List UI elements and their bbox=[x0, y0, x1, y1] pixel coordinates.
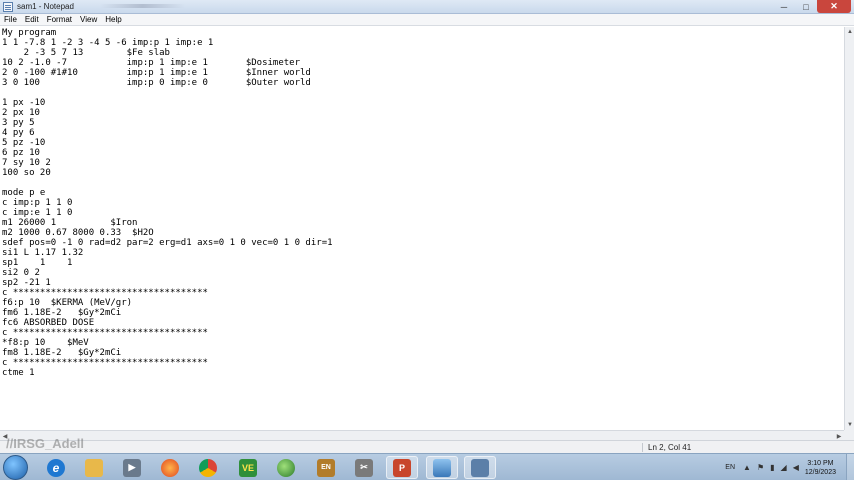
taskbar-display[interactable] bbox=[426, 456, 458, 479]
language-indicator[interactable]: EN bbox=[725, 464, 735, 471]
clock-time: 3:10 PM bbox=[807, 459, 834, 467]
start-button[interactable] bbox=[3, 455, 28, 480]
volume-icon[interactable]: ◀ bbox=[793, 463, 799, 472]
clock[interactable]: 3:10 PM 12/9/2023 bbox=[805, 459, 836, 477]
ve-icon: VE bbox=[239, 458, 257, 477]
scroll-right-icon[interactable]: ▶ bbox=[835, 432, 843, 440]
status-separator bbox=[642, 443, 643, 452]
dictionary-icon: EN bbox=[317, 458, 335, 477]
window-controls: ─ □ ✕ bbox=[773, 0, 851, 13]
menu-view[interactable]: View bbox=[80, 15, 97, 24]
globe-icon bbox=[277, 458, 295, 477]
scissors-icon: ✂ bbox=[355, 458, 373, 477]
menu-bar: File Edit Format View Help bbox=[0, 14, 854, 26]
window-title: sam1 - Notepad bbox=[17, 2, 74, 11]
scrollbar-corner bbox=[844, 430, 854, 440]
show-desktop-button[interactable] bbox=[846, 454, 854, 480]
menu-help[interactable]: Help bbox=[105, 15, 121, 24]
minimize-button[interactable]: ─ bbox=[773, 0, 795, 13]
taskbar-dictionary[interactable]: EN bbox=[310, 456, 342, 479]
chrome-icon bbox=[199, 458, 217, 477]
menu-file[interactable]: File bbox=[4, 15, 17, 24]
editor-content[interactable]: My program 1 1 -7.8 1 -2 3 -4 5 -6 imp:p… bbox=[0, 27, 844, 378]
powerpoint-icon: P bbox=[393, 458, 411, 477]
taskbar-firefox[interactable] bbox=[154, 456, 186, 479]
title-bar: sam1 - Notepad ─ □ ✕ bbox=[0, 0, 854, 14]
taskbar-globe[interactable] bbox=[270, 456, 302, 479]
watermark: //IRSG_Adell bbox=[6, 436, 85, 451]
horizontal-scrollbar[interactable]: ◀ ▶ bbox=[0, 430, 844, 440]
firefox-icon bbox=[161, 458, 179, 477]
vertical-scrollbar[interactable]: ▲ ▼ bbox=[844, 27, 854, 430]
cursor-position: Ln 2, Col 41 bbox=[648, 443, 692, 452]
clock-date: 12/9/2023 bbox=[804, 468, 836, 476]
ie-icon: e bbox=[47, 458, 65, 477]
scroll-down-icon[interactable]: ▼ bbox=[846, 421, 854, 429]
title-bar-blur bbox=[100, 4, 185, 8]
close-button[interactable]: ✕ bbox=[817, 0, 851, 13]
taskbar-media[interactable]: ▶ bbox=[116, 456, 148, 479]
display-icon bbox=[433, 458, 451, 477]
status-bar: Ln 2, Col 41 bbox=[0, 440, 854, 453]
tray-arrow-icon[interactable]: ▲ bbox=[743, 463, 751, 472]
scroll-up-icon[interactable]: ▲ bbox=[846, 28, 854, 36]
taskbar-powerpoint[interactable]: P bbox=[386, 456, 418, 479]
taskbar-notepad[interactable] bbox=[464, 456, 496, 479]
network-icon[interactable]: ▮ bbox=[770, 463, 774, 472]
text-editor[interactable]: My program 1 1 -7.8 1 -2 3 -4 5 -6 imp:p… bbox=[0, 27, 844, 430]
taskbar-ve[interactable]: VE bbox=[232, 456, 264, 479]
media-player-icon: ▶ bbox=[123, 458, 141, 477]
taskbar-tools[interactable]: ✂ bbox=[348, 456, 380, 479]
maximize-button[interactable]: □ bbox=[795, 0, 817, 13]
taskbar-ie[interactable]: e bbox=[40, 456, 72, 479]
system-tray: EN ▲ ⚑ ▮ ◢ ◀ 3:10 PM 12/9/2023 bbox=[725, 454, 854, 480]
taskbar: e ▶ VE EN ✂ P EN ▲ ⚑ ▮ ◢ ◀ 3:10 PM 12/9/… bbox=[0, 453, 854, 480]
taskbar-explorer[interactable] bbox=[78, 456, 110, 479]
folder-icon bbox=[85, 458, 103, 477]
taskbar-chrome[interactable] bbox=[192, 456, 224, 479]
menu-edit[interactable]: Edit bbox=[25, 15, 39, 24]
menu-format[interactable]: Format bbox=[47, 15, 72, 24]
notepad-icon bbox=[3, 1, 13, 12]
notepad-app-icon bbox=[471, 458, 489, 477]
tray-flag-icon[interactable]: ⚑ bbox=[757, 463, 764, 472]
signal-icon[interactable]: ◢ bbox=[781, 463, 787, 472]
